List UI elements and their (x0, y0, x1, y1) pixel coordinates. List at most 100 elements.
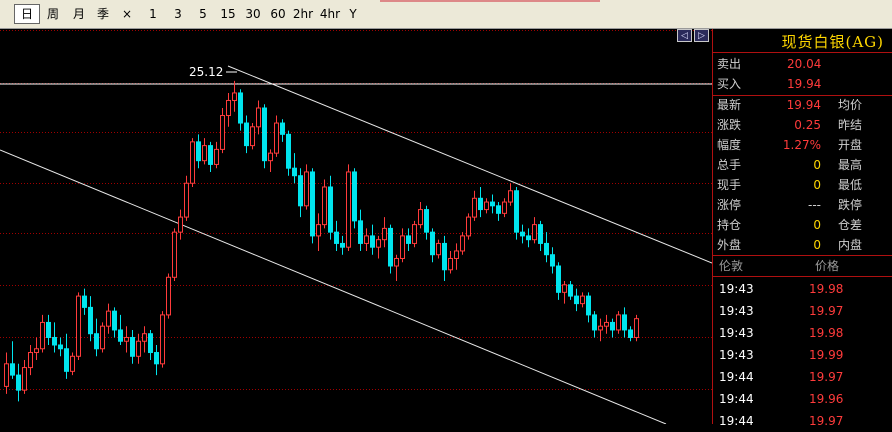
period-month-button[interactable]: 月 (69, 4, 89, 24)
last-label: 最新 (717, 98, 742, 112)
period-close-button[interactable]: × (119, 4, 135, 24)
period-week-button[interactable]: 周 (43, 4, 63, 24)
nav-right-icon[interactable]: ▷ (694, 29, 709, 42)
sell-label: 卖出 (717, 57, 742, 71)
candle (544, 232, 549, 263)
period-quarter-button[interactable]: 季 (93, 4, 113, 24)
candle-body (598, 325, 603, 331)
candle-body (280, 122, 285, 135)
candle (100, 322, 105, 353)
candle (154, 345, 159, 376)
candle (250, 123, 255, 150)
period-30min-button[interactable]: 30 (243, 4, 263, 24)
period-day-button[interactable]: 日 (14, 4, 40, 24)
volume-label: 总手 (717, 158, 742, 172)
candle-body (190, 141, 195, 184)
candle (622, 307, 627, 338)
tick-time: 19:43 (719, 304, 754, 318)
candle (568, 281, 573, 300)
open-interest-value: 0 (813, 218, 821, 232)
candle (88, 296, 93, 342)
candle-body (202, 145, 207, 162)
candle-body (88, 306, 93, 335)
candle-body (586, 295, 591, 316)
candle (46, 314, 51, 345)
period-15min-button[interactable]: 15 (218, 4, 238, 24)
candle-body (16, 374, 21, 391)
candle (526, 228, 531, 248)
pct-value: 1.27% (782, 138, 821, 152)
candle-body (184, 182, 189, 218)
quote-panel: ◁ ▷ 现货白银(AG) 卖出 20.04 买入 19.94 最新 19.94 … (677, 29, 892, 428)
tick-time: 19:43 (719, 348, 754, 362)
candle (172, 228, 177, 282)
candle-body (490, 201, 495, 207)
candle-body (442, 242, 447, 271)
candle (76, 292, 81, 361)
candle-body (4, 363, 9, 387)
tick-time: 19:43 (719, 282, 754, 296)
quote-row-sell: 卖出 20.04 (713, 54, 892, 74)
candle-body (220, 115, 225, 150)
chart-canvas[interactable]: 25.12 (0, 29, 712, 424)
outer-volume-label: 外盘 (717, 238, 742, 252)
candle-body (208, 145, 213, 165)
candle (202, 138, 207, 165)
candle (136, 333, 141, 364)
volume-value: 0 (813, 158, 821, 172)
candle-body (526, 235, 531, 241)
candle (388, 224, 393, 274)
candle-body (622, 314, 627, 331)
tick-row: 19:43 19.98 (713, 278, 892, 300)
candle-body (112, 310, 117, 331)
candle (598, 318, 603, 342)
candlestick-chart[interactable]: 25.12 (0, 29, 712, 424)
candle (370, 224, 375, 255)
buy-value: 19.94 (787, 77, 822, 91)
candle-body (346, 171, 351, 248)
candle-body (454, 250, 459, 259)
change-label: 涨跌 (717, 118, 742, 132)
candle-body (370, 235, 375, 248)
candle (58, 337, 63, 357)
candle-body (478, 197, 483, 211)
open-label: 开盘 (838, 138, 863, 152)
candle-body (130, 336, 135, 357)
buy-label: 买入 (717, 77, 742, 91)
period-year-button[interactable]: Y (346, 4, 360, 24)
tick-row: 19:43 19.99 (713, 344, 892, 366)
period-5min-button[interactable]: 5 (195, 4, 211, 24)
candle-body (154, 352, 159, 365)
avg-label: 均价 (838, 98, 863, 112)
candle (238, 89, 243, 131)
change-value: 0.25 (794, 118, 821, 132)
period-60min-button[interactable]: 60 (268, 4, 288, 24)
candle (130, 329, 135, 364)
period-1min-button[interactable]: 1 (145, 4, 161, 24)
candle-body (376, 239, 381, 248)
period-3min-button[interactable]: 3 (170, 4, 186, 24)
candle-body (388, 227, 393, 267)
candle (274, 115, 279, 157)
candle-body (76, 295, 81, 357)
candle (4, 352, 9, 394)
candle (484, 198, 489, 214)
candle (364, 228, 369, 251)
candle (610, 318, 615, 338)
candle-body (532, 224, 537, 241)
candle-body (22, 367, 27, 391)
tick-time: 19:43 (719, 326, 754, 340)
period-4hr-button[interactable]: 4hr (318, 4, 342, 24)
candle (184, 175, 189, 221)
period-2hr-button[interactable]: 2hr (291, 4, 315, 24)
tick-price: 19.98 (809, 326, 844, 340)
nav-left-icon[interactable]: ◁ (677, 29, 692, 42)
candle-body (628, 329, 633, 338)
candle (502, 198, 507, 218)
candle (196, 134, 201, 169)
candle (562, 281, 567, 304)
candle (256, 100, 261, 135)
candle (580, 292, 585, 308)
candle (496, 202, 501, 221)
candle (460, 232, 465, 255)
